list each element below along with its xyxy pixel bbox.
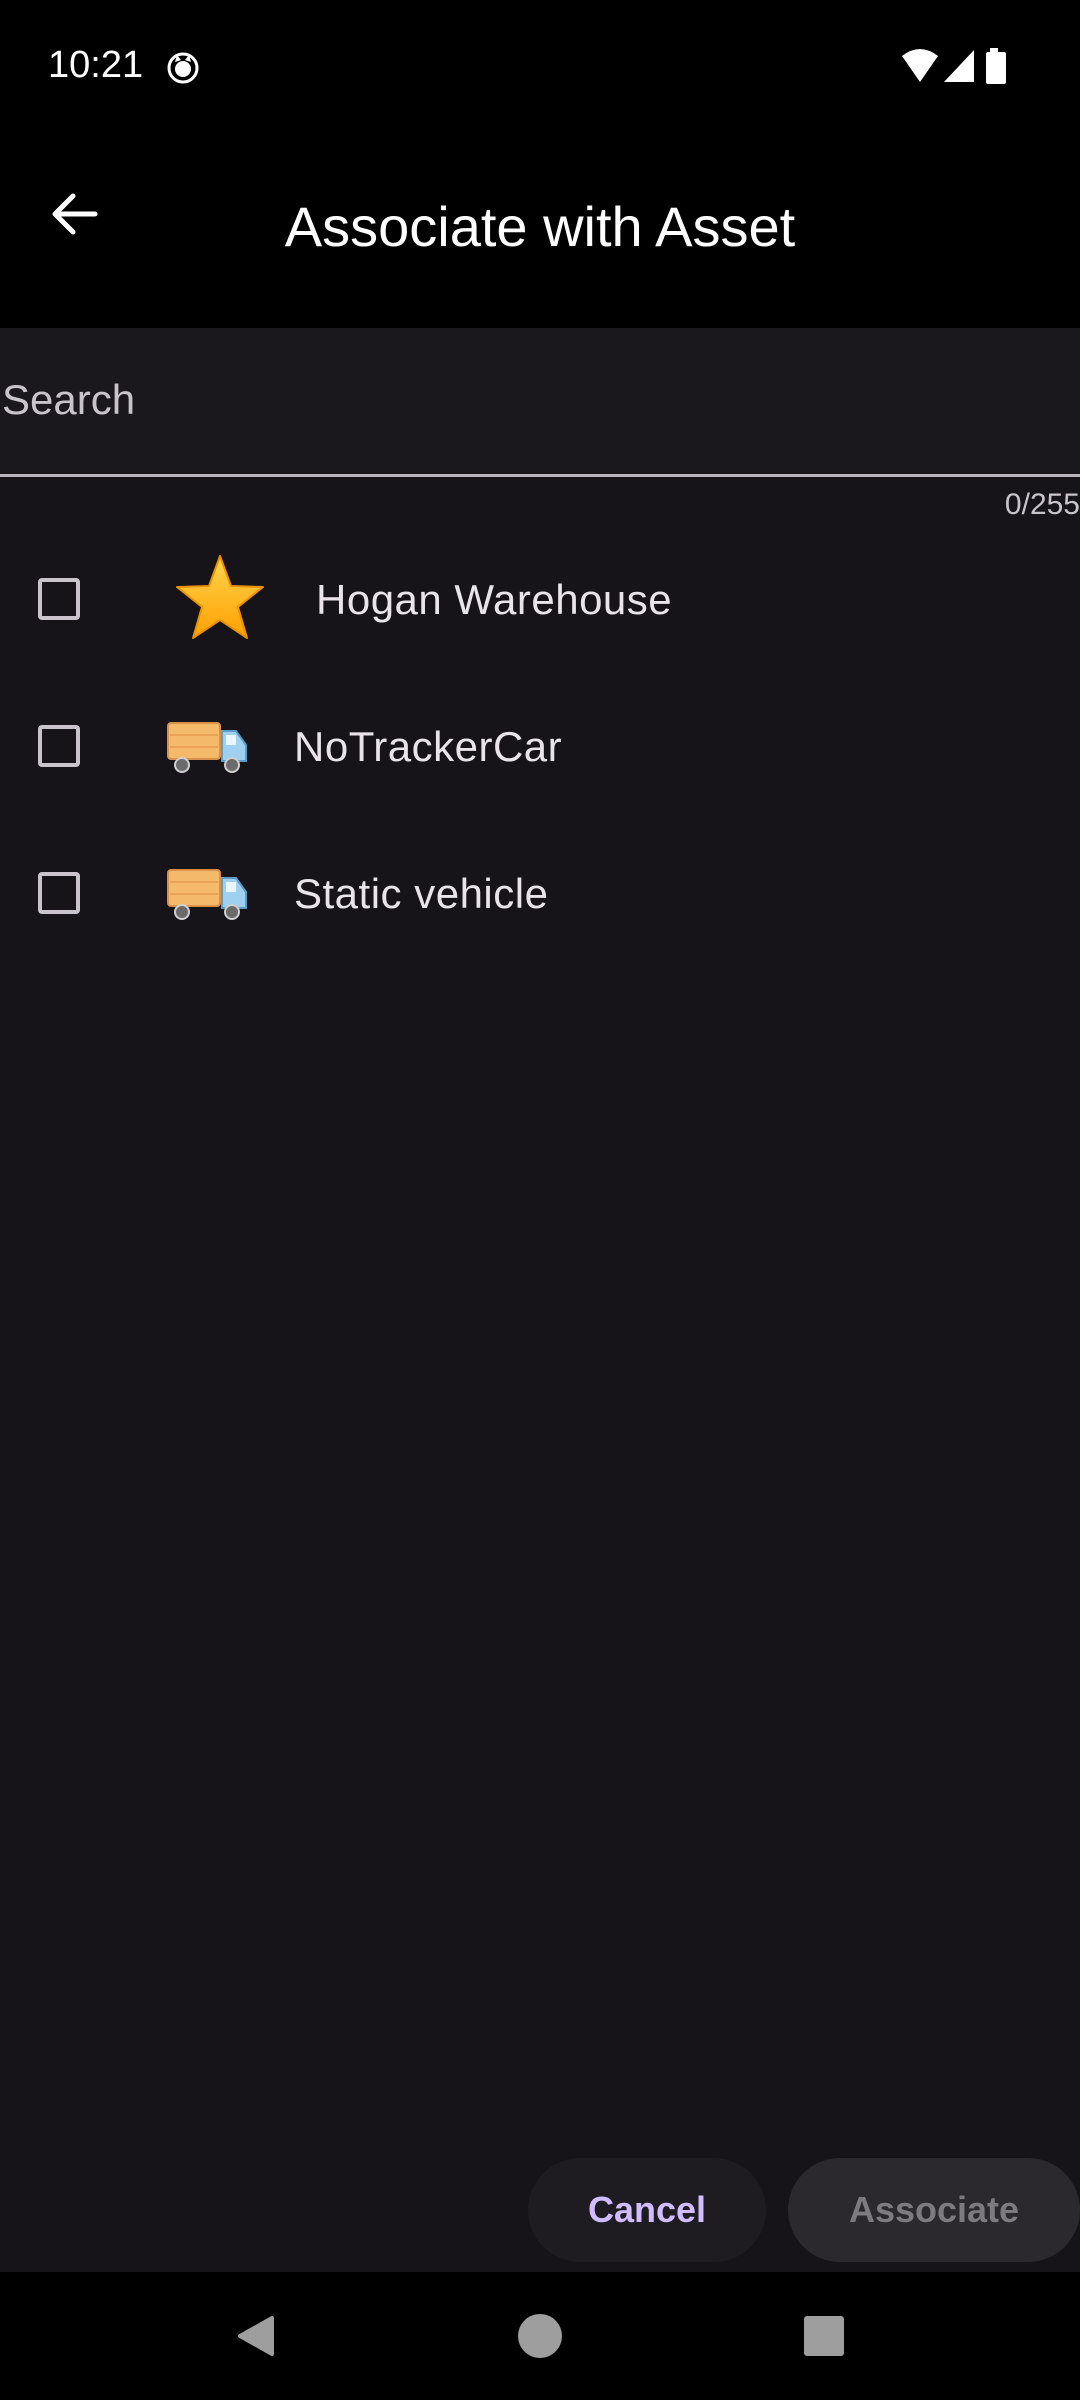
nav-recents-icon[interactable]	[802, 2314, 846, 2358]
star-icon	[176, 555, 264, 639]
associate-button[interactable]: Associate	[788, 2158, 1080, 2262]
cancel-button[interactable]: Cancel	[528, 2158, 766, 2262]
nav-home-icon[interactable]	[516, 2312, 564, 2360]
asset-label: NoTrackerCar	[294, 723, 563, 770]
battery-icon	[986, 48, 1006, 84]
truck-icon	[167, 869, 247, 920]
asset-checkbox[interactable]	[38, 578, 80, 620]
search-input[interactable]	[0, 368, 1064, 432]
search-field[interactable]	[0, 328, 1080, 477]
status-icons	[902, 48, 1006, 84]
truck-icon	[167, 722, 247, 773]
list-item[interactable]: Static vehicle	[0, 822, 1080, 969]
app-bar: Associate with Asset	[0, 130, 1080, 328]
asset-checkbox[interactable]	[38, 872, 80, 914]
asset-label: Hogan Warehouse	[316, 576, 673, 623]
signal-icon	[944, 50, 974, 82]
page-title: Associate with Asset	[284, 195, 796, 258]
asset-list: Hogan Warehouse NoTrackerCar Static vehi…	[0, 528, 1080, 969]
list-item[interactable]: Hogan Warehouse	[0, 528, 1080, 675]
asset-checkbox[interactable]	[38, 725, 80, 767]
navigation-bar	[0, 2272, 1080, 2400]
search-char-counter: 0/255	[1004, 488, 1080, 521]
wifi-icon	[902, 49, 938, 82]
status-time: 10:21	[48, 44, 144, 86]
status-bar: 10:21	[0, 0, 1080, 130]
cat-notification-icon	[167, 52, 199, 84]
list-item[interactable]: NoTrackerCar	[0, 675, 1080, 822]
nav-back-icon[interactable]	[232, 2312, 280, 2360]
asset-label: Static vehicle	[294, 870, 549, 917]
